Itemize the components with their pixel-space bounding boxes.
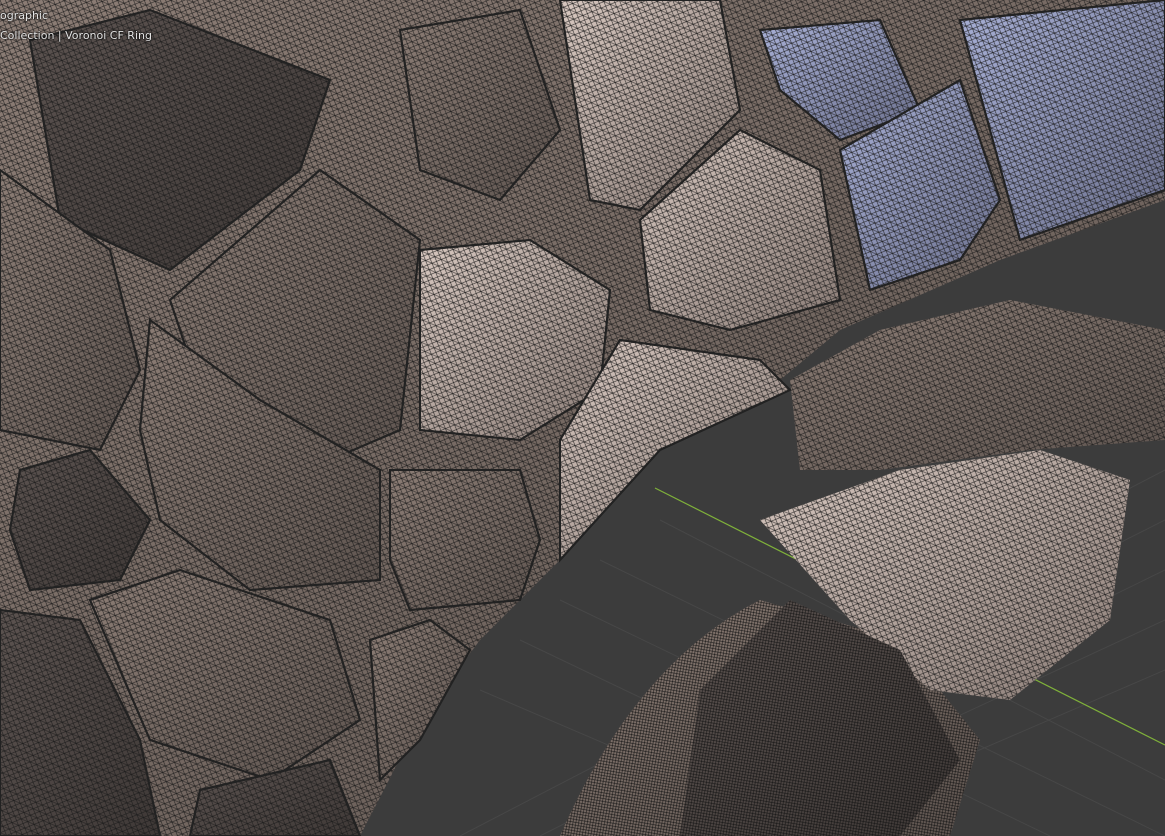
3d-viewport[interactable]: ographic Collection | Voronoi CF Ring: [0, 0, 1165, 836]
active-object-name: Voronoi CF Ring: [65, 29, 152, 42]
viewport-info-overlay: ographic Collection | Voronoi CF Ring: [0, 6, 152, 46]
view-label: ographic: [0, 9, 49, 22]
collection-name: Collection: [0, 29, 55, 42]
collection-separator: |: [57, 29, 62, 42]
collection-line: Collection | Voronoi CF Ring: [0, 26, 152, 46]
viewport-scene: [0, 0, 1165, 836]
